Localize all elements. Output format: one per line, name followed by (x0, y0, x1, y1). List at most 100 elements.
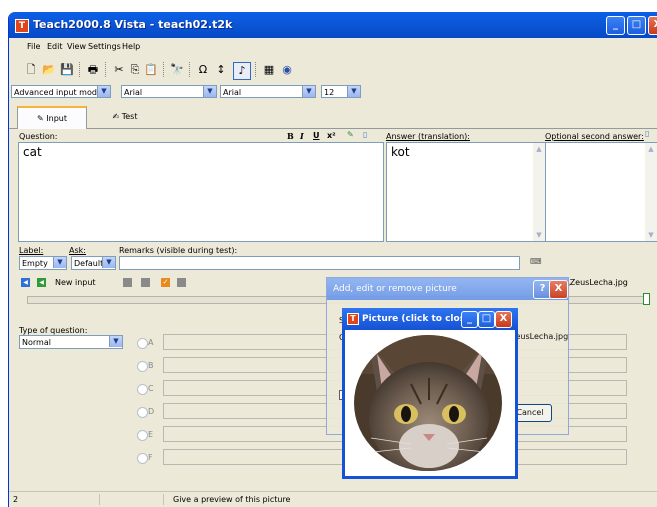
tab-test[interactable]: ✍ Test (95, 106, 155, 127)
paste-icon[interactable]: 📋 (143, 62, 159, 78)
picture-title: Picture (click to close) (362, 314, 476, 324)
option-radio-e[interactable] (137, 430, 148, 441)
save-icon[interactable]: 💾 (59, 62, 75, 78)
scroll-down-icon[interactable]: ▼ (645, 229, 657, 241)
copy-icon[interactable]: ⎘ (127, 62, 143, 78)
omega-icon[interactable]: Ω (195, 62, 211, 78)
label-select[interactable]: Empty ▼ (19, 256, 67, 270)
option-radio-a[interactable] (137, 338, 148, 349)
font-size-select[interactable]: 12 ▼ (321, 85, 361, 98)
format-bar: Advanced input mode ▼ Arial ▼ Arial ▼ 12… (9, 82, 657, 102)
label-value: Empty (22, 259, 48, 268)
scroll-down-icon[interactable]: ▼ (533, 229, 545, 241)
maximize-button[interactable]: □ (627, 16, 646, 35)
picture-title-bar[interactable]: T Picture (click to close) _ □ X (342, 308, 518, 330)
new-input-icon[interactable]: ◀ (37, 278, 46, 287)
picture-maximize-button[interactable]: □ (478, 311, 495, 328)
type-value: Normal (22, 338, 51, 347)
page-icon[interactable]: ▯ (645, 129, 649, 138)
font-value-1: Arial (124, 88, 143, 97)
check-icon[interactable]: ✓ (161, 278, 170, 287)
page-icon[interactable]: ▯ (363, 130, 367, 139)
app-icon: T (347, 313, 359, 325)
chevron-down-icon[interactable]: ▼ (203, 86, 216, 97)
italic-button[interactable]: I (300, 131, 304, 141)
menu-view[interactable]: View (67, 42, 86, 51)
chevron-down-icon[interactable]: ▼ (302, 86, 315, 97)
minimize-button[interactable]: _ (606, 16, 625, 35)
info-icon[interactable]: ◉ (279, 62, 295, 78)
menu-file[interactable]: File (27, 42, 40, 51)
label-label: Label: (19, 246, 44, 255)
new-file-icon[interactable]: 🗋 (23, 62, 39, 78)
option-radio-d[interactable] (137, 407, 148, 418)
close-button[interactable]: X (648, 16, 657, 35)
slider-handle[interactable] (643, 293, 650, 305)
remarks-input[interactable] (119, 256, 520, 270)
dialog-filename: ZeusLecha.jpg (510, 332, 569, 341)
font-select-1[interactable]: Arial ▼ (121, 85, 217, 98)
tab-test-label: Test (121, 112, 138, 121)
menu-edit[interactable]: Edit (47, 42, 63, 51)
superscript-button[interactable]: x² (327, 131, 336, 140)
chevron-down-icon[interactable]: ▼ (347, 86, 360, 97)
answer-scrollbar[interactable]: ▲ ▼ (533, 143, 545, 241)
chevron-down-icon[interactable]: ▼ (102, 257, 115, 268)
app-icon: T (15, 19, 29, 33)
scroll-up-icon[interactable]: ▲ (533, 143, 545, 155)
sound-icon[interactable]: ♪ (233, 62, 251, 80)
pencil-icon: ✎ (37, 114, 47, 123)
question-input[interactable]: cat (18, 142, 384, 242)
toolbar-separator (189, 62, 192, 77)
chevron-down-icon[interactable]: ▼ (53, 257, 66, 268)
prev-icon[interactable] (123, 278, 132, 287)
chevron-down-icon[interactable]: ▼ (109, 336, 122, 347)
chevron-down-icon[interactable]: ▼ (97, 86, 110, 97)
find-icon[interactable]: 🔭 (169, 62, 185, 78)
input-mode-value: Advanced input mode (14, 88, 102, 97)
print-icon[interactable]: 🖶 (85, 62, 101, 78)
tab-bar: ✎ Input ✍ Test (9, 102, 657, 129)
optional-answer-input[interactable]: ▲ ▼ (545, 142, 657, 242)
new-input-label[interactable]: New input (55, 278, 96, 287)
menu-help[interactable]: Help (122, 42, 140, 51)
menu-settings[interactable]: Settings (88, 42, 121, 51)
font-size-value: 12 (324, 88, 335, 97)
option-label-b: B (148, 361, 154, 370)
font-select-2[interactable]: Arial ▼ (220, 85, 316, 98)
font-value-2: Arial (223, 88, 242, 97)
first-icon[interactable]: ◀ (21, 278, 30, 287)
optional-scrollbar[interactable]: ▲ ▼ (645, 143, 657, 241)
sort-icon[interactable]: ↕ (213, 62, 229, 78)
dialog-close-button[interactable]: X (549, 280, 568, 299)
input-mode-select[interactable]: Advanced input mode ▼ (11, 85, 111, 98)
tab-input[interactable]: ✎ Input (17, 106, 87, 129)
status-count: 2 (11, 494, 100, 505)
open-folder-icon[interactable]: 📂 (41, 62, 57, 78)
grid-icon[interactable]: ▦ (261, 62, 277, 78)
next-icon[interactable] (141, 278, 150, 287)
picture-window[interactable]: T Picture (click to close) _ □ X (342, 308, 518, 479)
dialog-title: Add, edit or remove picture (333, 284, 457, 294)
answer-input[interactable]: kot ▲ ▼ (386, 142, 546, 242)
type-select[interactable]: Normal ▼ (19, 335, 123, 349)
option-radio-c[interactable] (137, 384, 148, 395)
cat-picture[interactable] (351, 334, 505, 472)
underline-button[interactable]: U (313, 131, 320, 140)
status-empty (101, 494, 164, 505)
keyboard-icon[interactable]: ⌨ (530, 257, 542, 266)
ask-select[interactable]: Default ▼ (71, 256, 116, 270)
title-bar[interactable]: T Teach2000.8 Vista - teach02.t2k _ □ X (9, 12, 657, 38)
picture-close-button[interactable]: X (495, 311, 512, 328)
picture-minimize-button[interactable]: _ (461, 311, 478, 328)
delete-icon[interactable] (177, 278, 186, 287)
option-label-c: C (148, 384, 154, 393)
cut-icon[interactable]: ✂ (111, 62, 127, 78)
scroll-up-icon[interactable]: ▲ (645, 143, 657, 155)
bold-button[interactable]: B (287, 131, 294, 141)
option-radio-f[interactable] (137, 453, 148, 464)
color-pen-icon[interactable]: ✎ (347, 130, 354, 139)
dialog-title-bar[interactable]: Add, edit or remove picture ? X (327, 278, 568, 300)
ask-label: Ask: (69, 246, 86, 255)
option-radio-b[interactable] (137, 361, 148, 372)
